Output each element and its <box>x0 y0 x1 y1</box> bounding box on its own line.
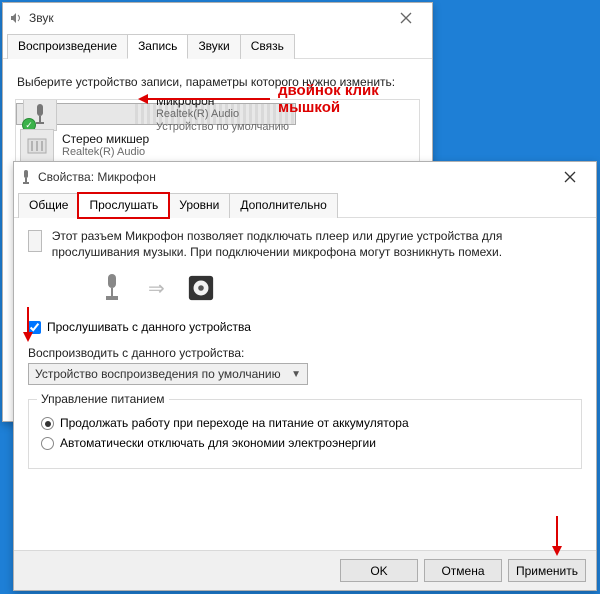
microphone-icon <box>20 169 32 185</box>
close-button[interactable] <box>386 4 426 32</box>
tabs-bar: Воспроизведение Запись Звуки Связь <box>3 33 432 59</box>
chevron-down-icon: ▼ <box>291 369 301 380</box>
tab-comm[interactable]: Связь <box>240 34 295 59</box>
titlebar: Звук <box>3 3 432 33</box>
tab-advanced[interactable]: Дополнительно <box>229 193 337 218</box>
flow-illustration: ⇒ <box>28 260 582 316</box>
playback-label: Воспроизводить с данного устройства: <box>28 334 582 360</box>
annotation-arrow-checkbox <box>27 307 29 337</box>
device-text: Микрофон Realtek(R) Audio Устройство по … <box>156 99 289 134</box>
arrow-right-icon: ⇒ <box>148 276 165 301</box>
tab-sounds[interactable]: Звуки <box>187 34 240 59</box>
radio-disable-label: Автоматически отключать для экономии эле… <box>60 436 376 450</box>
annotation-arrow-apply <box>556 516 558 551</box>
tab-listen[interactable]: Прослушать <box>78 193 169 218</box>
device-name: Микрофон <box>156 99 289 108</box>
mixer-icon <box>20 129 54 163</box>
device-driver: Realtek(R) Audio <box>156 108 289 121</box>
annotation-text: двойнок клик мышкой <box>278 82 379 117</box>
tab-general[interactable]: Общие <box>18 193 79 218</box>
cancel-button[interactable]: Отмена <box>424 559 502 582</box>
description-text: Этот разъем Микрофон позволяет подключат… <box>52 228 582 260</box>
ok-button[interactable]: OK <box>340 559 418 582</box>
radio-continue-label: Продолжать работу при переходе на питани… <box>60 416 409 430</box>
device-row-microphone[interactable]: ✓ Микрофон Realtek(R) Audio Устройство п… <box>16 103 296 125</box>
microphone-icon: ✓ <box>23 99 57 131</box>
device-status: Устройство по умолчанию <box>156 121 289 134</box>
speaker-icon <box>187 272 215 304</box>
radio-disable[interactable] <box>41 437 54 450</box>
microphone-icon <box>98 272 126 304</box>
apply-button[interactable]: Применить <box>508 559 586 582</box>
listen-checkbox-label: Прослушивать с данного устройства <box>47 320 251 334</box>
device-text: Стерео микшер Realtek(R) Audio <box>62 132 149 159</box>
titlebar: Свойства: Микрофон <box>14 162 596 192</box>
window-title: Свойства: Микрофон <box>38 170 550 184</box>
device-driver: Realtek(R) Audio <box>62 146 149 159</box>
properties-window: Свойства: Микрофон Общие Прослушать Уров… <box>13 161 597 591</box>
power-management-group: Управление питанием Продолжать работу пр… <box>28 399 582 469</box>
device-name: Стерео микшер <box>62 132 149 146</box>
select-value: Устройство воспроизведения по умолчанию <box>35 367 281 381</box>
tab-content: Этот разъем Микрофон позволяет подключат… <box>14 218 596 529</box>
jack-icon <box>28 230 42 252</box>
speaker-icon <box>9 11 23 25</box>
tab-recording[interactable]: Запись <box>127 34 188 59</box>
radio-continue[interactable] <box>41 417 54 430</box>
group-legend: Управление питанием <box>37 392 169 406</box>
playback-device-select[interactable]: Устройство воспроизведения по умолчанию … <box>28 363 308 385</box>
tabs-bar: Общие Прослушать Уровни Дополнительно <box>14 192 596 218</box>
tab-playback[interactable]: Воспроизведение <box>7 34 128 59</box>
dialog-footer: OK Отмена Применить <box>14 550 596 590</box>
tab-levels[interactable]: Уровни <box>168 193 230 218</box>
close-button[interactable] <box>550 163 590 191</box>
window-title: Звук <box>29 11 386 25</box>
